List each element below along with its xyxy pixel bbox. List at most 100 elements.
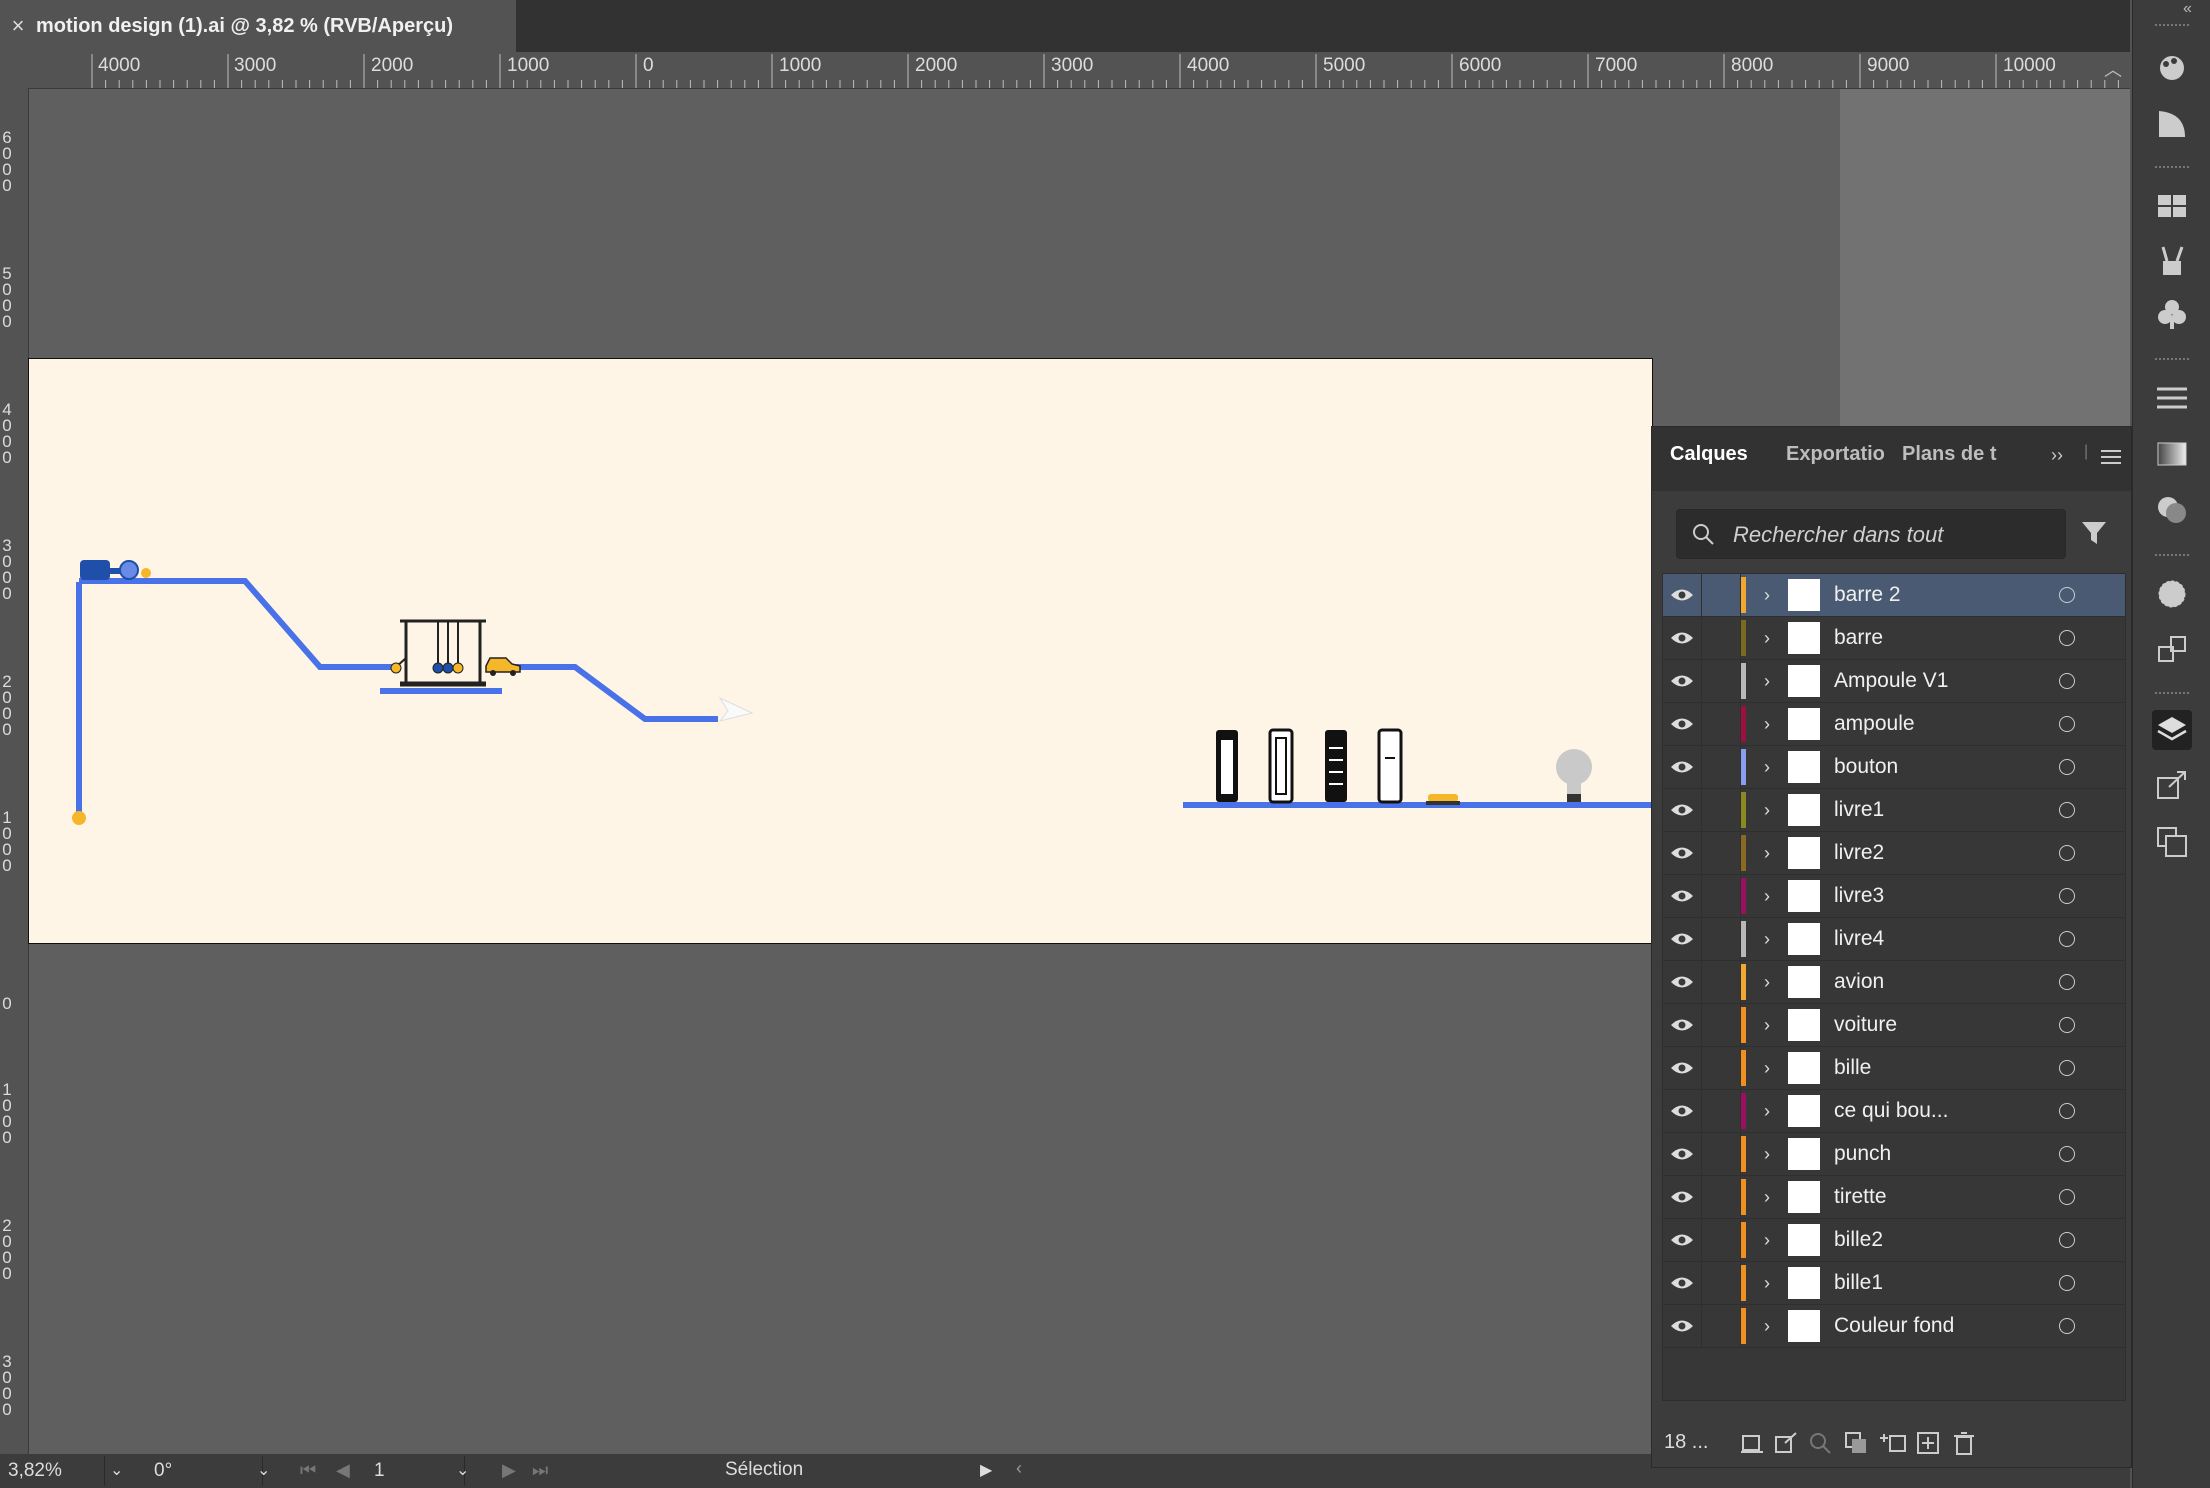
horizontal-ruler[interactable]: 4000 3000 2000 1000 0 1000 2000 3000 400… xyxy=(0,52,2130,89)
visibility-eye-icon[interactable] xyxy=(1663,918,1702,960)
expand-arrow-icon[interactable]: › xyxy=(1752,1144,1782,1165)
lock-toggle[interactable] xyxy=(1702,1090,1741,1132)
expand-arrow-icon[interactable]: › xyxy=(1752,929,1782,950)
layer-row[interactable]: › ce qui bou... xyxy=(1663,1090,2125,1133)
trash-icon[interactable] xyxy=(1950,1429,1978,1457)
bille2-icon[interactable] xyxy=(72,811,86,825)
layer-name[interactable]: ampoule xyxy=(1834,712,2026,736)
layer-search[interactable] xyxy=(1676,509,2066,560)
book-2-icon[interactable] xyxy=(1268,728,1294,804)
panel-menu-icon[interactable] xyxy=(2101,449,2121,465)
previous-artboard-icon[interactable]: ◀ xyxy=(336,1460,350,1481)
layer-target-icon[interactable] xyxy=(2059,716,2075,732)
chevron-down-icon[interactable]: ⌄ xyxy=(257,1460,270,1480)
layer-name[interactable]: bille1 xyxy=(1834,1271,2026,1295)
layer-target-icon[interactable] xyxy=(2059,1017,2075,1033)
book-1-icon[interactable] xyxy=(1216,730,1238,802)
expand-arrow-icon[interactable]: › xyxy=(1752,1015,1782,1036)
tab-export[interactable]: Exportatio xyxy=(1786,443,1888,466)
book-4-icon[interactable] xyxy=(1377,728,1403,804)
layer-target-icon[interactable] xyxy=(2059,888,2075,904)
layer-name[interactable]: ce qui bou... xyxy=(1834,1099,2026,1123)
layer-row[interactable]: › tirette xyxy=(1663,1176,2125,1219)
expand-arrow-icon[interactable]: › xyxy=(1752,1316,1782,1337)
expand-arrow-icon[interactable]: › xyxy=(1752,1101,1782,1122)
layer-row[interactable]: › bille xyxy=(1663,1047,2125,1090)
layer-target-icon[interactable] xyxy=(2059,1232,2075,1248)
expand-arrow-icon[interactable]: › xyxy=(1752,585,1782,606)
expand-arrow-icon[interactable]: › xyxy=(1752,972,1782,993)
layer-row[interactable]: › bille2 xyxy=(1663,1219,2125,1262)
layer-target-icon[interactable] xyxy=(2059,1103,2075,1119)
layer-row[interactable]: › barre 2 xyxy=(1663,574,2125,617)
visibility-eye-icon[interactable] xyxy=(1663,1219,1702,1261)
visibility-eye-icon[interactable] xyxy=(1663,832,1702,874)
gradient-icon[interactable] xyxy=(2152,434,2192,474)
lock-toggle[interactable] xyxy=(1702,961,1741,1003)
new-layer-icon[interactable] xyxy=(1914,1429,1942,1457)
layer-target-icon[interactable] xyxy=(2059,1318,2075,1334)
lock-toggle[interactable] xyxy=(1702,1004,1741,1046)
layer-row[interactable]: › livre4 xyxy=(1663,918,2125,961)
layer-target-icon[interactable] xyxy=(2059,587,2075,603)
collect-export-icon[interactable] xyxy=(1738,1429,1766,1457)
layer-name[interactable]: Ampoule V1 xyxy=(1834,669,2026,693)
visibility-eye-icon[interactable] xyxy=(1663,1133,1702,1175)
expand-arrow-icon[interactable]: › xyxy=(1752,843,1782,864)
layer-row[interactable]: › bille1 xyxy=(1663,1262,2125,1305)
visibility-eye-icon[interactable] xyxy=(1663,1262,1702,1304)
layer-target-icon[interactable] xyxy=(2059,845,2075,861)
lock-toggle[interactable] xyxy=(1702,1262,1741,1304)
rotation-select[interactable]: 0° xyxy=(146,1456,263,1486)
layer-row[interactable]: › punch xyxy=(1663,1133,2125,1176)
more-tabs-icon[interactable]: ›› xyxy=(2051,445,2063,466)
layer-row[interactable]: › bouton xyxy=(1663,746,2125,789)
layer-name[interactable]: punch xyxy=(1834,1142,2026,1166)
visibility-eye-icon[interactable] xyxy=(1663,746,1702,788)
layer-name[interactable]: bille2 xyxy=(1834,1228,2026,1252)
transform-icon[interactable] xyxy=(2152,630,2192,670)
expand-arrow-icon[interactable]: › xyxy=(1752,1230,1782,1251)
symbols-icon[interactable] xyxy=(2152,294,2192,334)
visibility-eye-icon[interactable] xyxy=(1663,1176,1702,1218)
layer-name[interactable]: livre2 xyxy=(1834,841,2026,865)
new-sublayer-icon[interactable] xyxy=(1878,1429,1906,1457)
expand-arrow-icon[interactable]: › xyxy=(1752,800,1782,821)
layer-name[interactable]: barre 2 xyxy=(1834,583,2026,607)
next-artboard-icon[interactable]: ▶ xyxy=(502,1460,516,1481)
brushes-icon[interactable] xyxy=(2152,48,2192,88)
scroll-up-icon[interactable]: ︿ xyxy=(2104,56,2122,82)
visibility-eye-icon[interactable] xyxy=(1663,961,1702,1003)
filter-icon[interactable] xyxy=(2080,519,2108,547)
stroke-icon[interactable] xyxy=(2152,378,2192,418)
layer-row[interactable]: › livre1 xyxy=(1663,789,2125,832)
chevron-down-icon[interactable]: ⌄ xyxy=(110,1460,123,1480)
layer-target-icon[interactable] xyxy=(2059,1275,2075,1291)
lock-toggle[interactable] xyxy=(1702,1219,1741,1261)
visibility-eye-icon[interactable] xyxy=(1663,1004,1702,1046)
chevron-down-icon[interactable]: ⌄ xyxy=(456,1460,469,1480)
layer-name[interactable]: barre xyxy=(1834,626,2026,650)
artboards-icon[interactable] xyxy=(2152,822,2192,862)
color-guide-icon[interactable] xyxy=(2152,574,2192,614)
layer-name[interactable]: avion xyxy=(1834,970,2026,994)
search-input[interactable] xyxy=(1731,510,2055,560)
status-menu-icon[interactable]: ▶ xyxy=(980,1460,992,1480)
visibility-eye-icon[interactable] xyxy=(1663,617,1702,659)
layer-name[interactable]: Couleur fond xyxy=(1834,1314,2026,1338)
expand-arrow-icon[interactable]: › xyxy=(1752,714,1782,735)
visibility-eye-icon[interactable] xyxy=(1663,703,1702,745)
zoom-select[interactable]: 3,82% xyxy=(0,1456,105,1486)
layer-name[interactable]: livre3 xyxy=(1834,884,2026,908)
layer-row[interactable]: › livre3 xyxy=(1663,875,2125,918)
visibility-eye-icon[interactable] xyxy=(1663,1090,1702,1132)
expand-arrow-icon[interactable]: › xyxy=(1752,886,1782,907)
expand-arrow-icon[interactable]: › xyxy=(1752,757,1782,778)
vertical-ruler[interactable]: 6 0 0 0 5 0 0 0 4 0 0 0 3 0 0 0 2 0 0 0 … xyxy=(0,88,29,1454)
layer-name[interactable]: bille xyxy=(1834,1056,2026,1080)
book-3-icon[interactable] xyxy=(1325,730,1347,802)
layer-target-icon[interactable] xyxy=(2059,759,2075,775)
locate-object-icon[interactable] xyxy=(1806,1429,1834,1457)
visibility-eye-icon[interactable] xyxy=(1663,875,1702,917)
collapse-panels-icon[interactable]: « xyxy=(2183,0,2192,18)
